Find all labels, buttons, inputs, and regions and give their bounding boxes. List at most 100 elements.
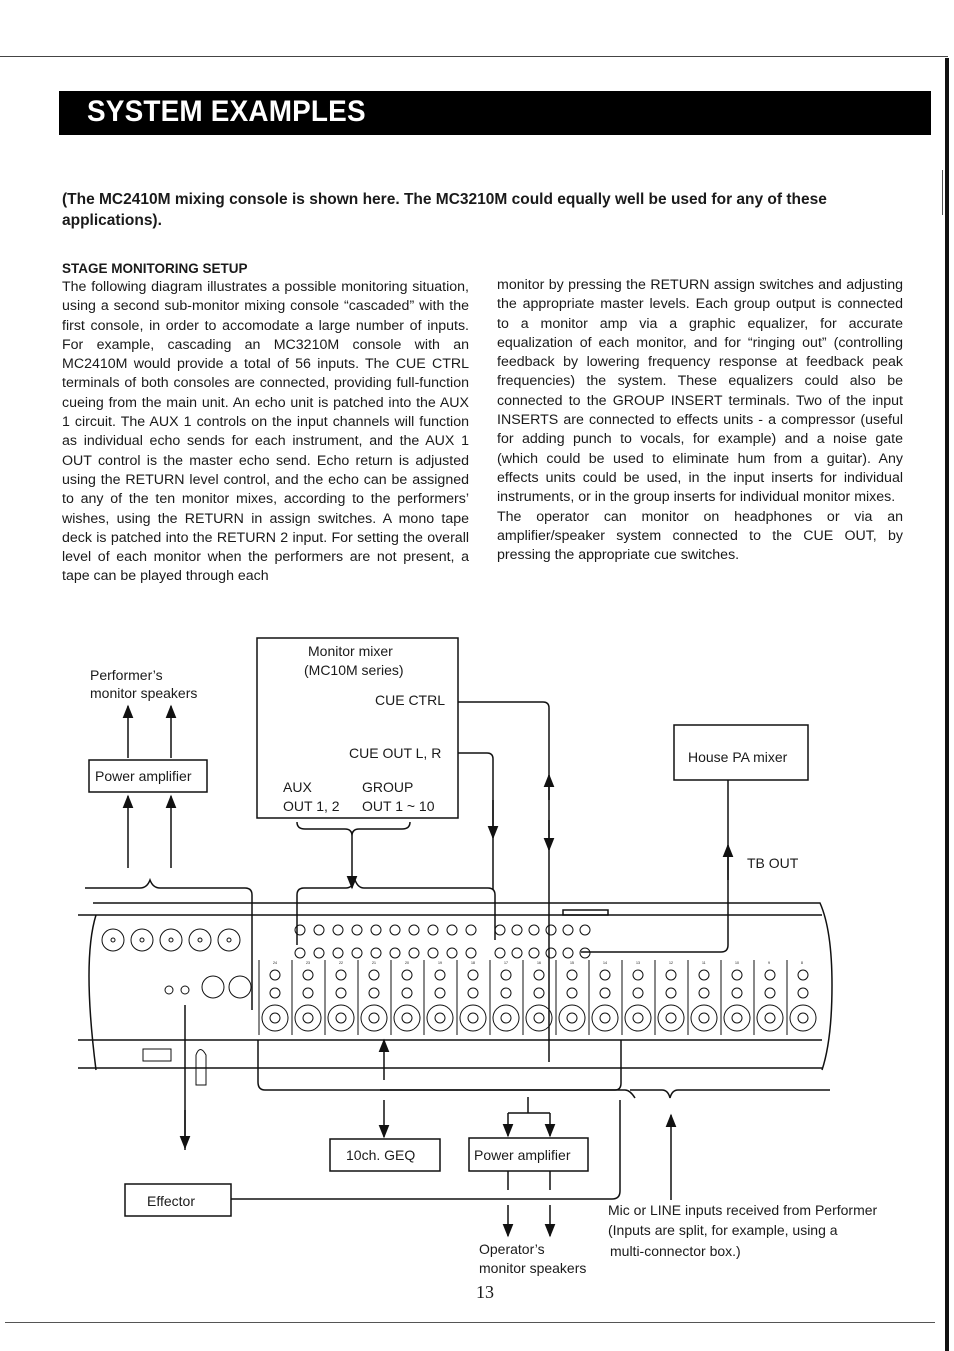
insert-jack <box>368 969 380 981</box>
input-hiz-jack <box>368 987 380 999</box>
group-sub-jack <box>389 924 401 936</box>
return-jack <box>579 924 591 936</box>
xlr-input-pins <box>401 1012 413 1024</box>
xlr-input <box>558 1004 586 1032</box>
input-hiz-jack <box>731 987 743 999</box>
xlr-group-out <box>217 928 241 952</box>
xlr-pin <box>139 937 145 943</box>
group-sub-jack <box>370 924 382 936</box>
xlr-input-pins <box>764 1012 776 1024</box>
performer-speakers-label-2: monitor speakers <box>90 685 197 701</box>
input-hiz-jack <box>467 987 479 999</box>
channel-number: 20 <box>405 961 409 965</box>
input-hiz-jack <box>335 987 347 999</box>
group-insert-jack <box>427 947 439 959</box>
channel-number: 14 <box>603 961 607 965</box>
group-sub-jack <box>313 924 325 936</box>
stage-monitoring-diagram: Performer’s monitor speakers Power ampli… <box>78 637 878 1276</box>
xlr-input <box>426 1004 454 1032</box>
cue-out-jack <box>579 947 591 959</box>
inputs-note-1: Mic or LINE inputs received from Perform… <box>608 1202 878 1218</box>
channel-number: 15 <box>570 961 574 965</box>
group-insert-jack <box>351 947 363 959</box>
insert-jack <box>665 969 677 981</box>
group-sub-jack <box>408 924 420 936</box>
insert-jack <box>797 969 809 981</box>
insert-jack <box>269 969 281 981</box>
group-insert-jack <box>332 947 344 959</box>
group-label: GROUP <box>362 779 413 795</box>
input-hiz-jack <box>599 987 611 999</box>
xlr-group-out <box>130 928 154 952</box>
cue-ctrl-line <box>458 701 550 1062</box>
xlr-pin <box>168 937 174 943</box>
insert-jack <box>302 969 314 981</box>
operator-speakers-label-1: Operator’s <box>479 1241 545 1257</box>
xlr-input <box>261 1004 289 1032</box>
group-insert-jack <box>370 947 382 959</box>
monitor-mixer-label: Monitor mixer <box>308 643 393 659</box>
xlr-input-pins <box>434 1012 446 1024</box>
group-sub-jack <box>351 924 363 936</box>
aux-out-jack <box>164 985 174 995</box>
operator-speakers-label-2: monitor speakers <box>479 1260 586 1276</box>
xlr-input-pins <box>500 1012 512 1024</box>
page-number: 13 <box>476 1282 494 1302</box>
group-sub-jack <box>446 924 458 936</box>
return-jack <box>528 924 540 936</box>
cue-out-label: CUE OUT L, R <box>349 745 441 761</box>
group-sub-jack <box>465 924 477 936</box>
cue-out-jack <box>545 947 557 959</box>
xlr-input-pins <box>731 1012 743 1024</box>
xlr-stereo-out <box>228 975 252 999</box>
insert-jack <box>467 969 479 981</box>
xlr-input-pins <box>335 1012 347 1024</box>
xlr-input <box>756 1004 784 1032</box>
xlr-input <box>459 1004 487 1032</box>
channel-number: 13 <box>636 961 640 965</box>
channel-number: 24 <box>273 961 277 965</box>
power-switch <box>142 1048 172 1062</box>
xlr-stereo-out <box>201 975 225 999</box>
channel-number: 22 <box>339 961 343 965</box>
cue-split <box>508 1097 550 1114</box>
xlr-input-pins <box>467 1012 479 1024</box>
channel-number: 21 <box>372 961 376 965</box>
xlr-input <box>690 1004 718 1032</box>
xlr-input-pins <box>632 1012 644 1024</box>
xlr-input-pins <box>566 1012 578 1024</box>
input-hiz-jack <box>401 987 413 999</box>
channel-number: 19 <box>438 961 442 965</box>
xlr-input <box>789 1004 817 1032</box>
cue-out-jack <box>562 947 574 959</box>
aux-out-jack <box>180 985 190 995</box>
xlr-input <box>492 1004 520 1032</box>
xlr-input <box>591 1004 619 1032</box>
input-hiz-jack <box>764 987 776 999</box>
performer-speakers-label-1: Performer’s <box>90 667 163 683</box>
insert-jack <box>632 969 644 981</box>
cue-ctrl-label: CUE CTRL <box>375 692 445 708</box>
group-sub-jack <box>427 924 439 936</box>
geq-label: 10ch. GEQ <box>346 1147 415 1163</box>
channel-number: 23 <box>306 961 310 965</box>
cue-out-jack <box>494 947 506 959</box>
input-hiz-jack <box>269 987 281 999</box>
cue-out-jack <box>528 947 540 959</box>
input-hiz-jack <box>665 987 677 999</box>
input-hiz-jack <box>797 987 809 999</box>
insert-jack <box>434 969 446 981</box>
inputs-note-3: multi-connector box.) <box>610 1243 741 1259</box>
group-insert-jack <box>389 947 401 959</box>
xlr-group-out <box>159 928 183 952</box>
xlr-input <box>723 1004 751 1032</box>
console-slot <box>562 909 609 916</box>
group-insert-jack <box>294 947 306 959</box>
tb-out-label: TB OUT <box>747 855 799 871</box>
group-out-label: OUT 1 ~ 10 <box>362 798 435 814</box>
xlr-group-out <box>188 928 212 952</box>
insert-jack <box>731 969 743 981</box>
aux-out-label: OUT 1, 2 <box>283 798 340 814</box>
xlr-pin <box>226 937 232 943</box>
return-jack <box>511 924 523 936</box>
